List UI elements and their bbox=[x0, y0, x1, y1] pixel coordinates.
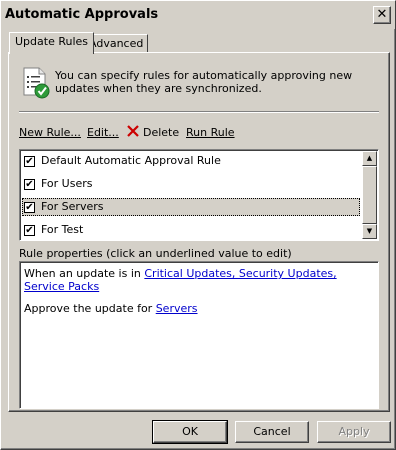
rule-label: For Test bbox=[41, 223, 84, 236]
cancel-button[interactable]: Cancel bbox=[235, 421, 309, 443]
rule-row-selected[interactable]: ✔ For Servers bbox=[22, 198, 360, 216]
rules-scrollbar[interactable]: ▲ ▼ bbox=[362, 151, 377, 239]
ok-button[interactable]: OK bbox=[152, 420, 228, 444]
properties-action: Approve the update for Servers bbox=[24, 302, 364, 315]
rule-checkbox[interactable]: ✔ bbox=[24, 202, 35, 213]
condition-prefix: When an update is in bbox=[24, 267, 145, 280]
separator bbox=[19, 111, 379, 113]
rule-checkbox[interactable]: ✔ bbox=[24, 179, 35, 190]
delete-x-icon[interactable] bbox=[127, 125, 139, 137]
target-group-link[interactable]: Servers bbox=[156, 302, 198, 315]
title-bar[interactable]: Automatic Approvals ✕ bbox=[1, 1, 395, 29]
rule-row[interactable]: ✔ For Test bbox=[22, 221, 360, 239]
close-icon: ✕ bbox=[376, 7, 388, 22]
new-rule-button[interactable]: New Rule... bbox=[19, 126, 81, 139]
tab-update-rules-label: Update Rules bbox=[15, 35, 89, 48]
info-text: You can specify rules for automatically … bbox=[55, 69, 353, 95]
rule-label: For Servers bbox=[41, 200, 104, 213]
automatic-approvals-dialog: Automatic Approvals ✕ Update Rules Advan… bbox=[0, 0, 396, 450]
edit-button[interactable]: Edit... bbox=[87, 126, 119, 139]
scroll-up-button[interactable]: ▲ bbox=[362, 151, 377, 166]
rule-label: For Users bbox=[41, 177, 93, 190]
rule-properties-label: Rule properties (click an underlined val… bbox=[19, 247, 292, 260]
close-button[interactable]: ✕ bbox=[373, 6, 391, 24]
scroll-up-arrow-icon: ▲ bbox=[366, 154, 373, 162]
scroll-down-arrow-icon: ▼ bbox=[366, 227, 373, 235]
rules-list[interactable]: ✔ Default Automatic Approval Rule ✔ For … bbox=[19, 149, 379, 241]
rule-row[interactable]: ✔ Default Automatic Approval Rule bbox=[22, 152, 360, 170]
tab-advanced-label: Advanced bbox=[89, 37, 144, 50]
rule-label: Default Automatic Approval Rule bbox=[41, 154, 221, 167]
rule-checkbox[interactable]: ✔ bbox=[24, 156, 35, 167]
apply-button[interactable]: Apply bbox=[317, 421, 391, 443]
rule-properties-box: When an update is in Critical Updates, S… bbox=[19, 261, 379, 409]
properties-condition: When an update is in Critical Updates, S… bbox=[24, 267, 364, 293]
document-checkmark-icon bbox=[23, 67, 50, 99]
rule-checkbox[interactable]: ✔ bbox=[24, 225, 35, 236]
run-rule-button[interactable]: Run Rule bbox=[186, 126, 235, 139]
scroll-thumb[interactable] bbox=[362, 166, 377, 224]
rule-row[interactable]: ✔ For Users bbox=[22, 175, 360, 193]
update-rules-panel: You can specify rules for automatically … bbox=[8, 52, 390, 412]
tab-update-rules[interactable]: Update Rules bbox=[9, 32, 95, 54]
window-title: Automatic Approvals bbox=[5, 7, 159, 22]
scroll-down-button[interactable]: ▼ bbox=[362, 224, 377, 239]
action-prefix: Approve the update for bbox=[24, 302, 156, 315]
delete-button[interactable]: Delete bbox=[143, 126, 179, 139]
